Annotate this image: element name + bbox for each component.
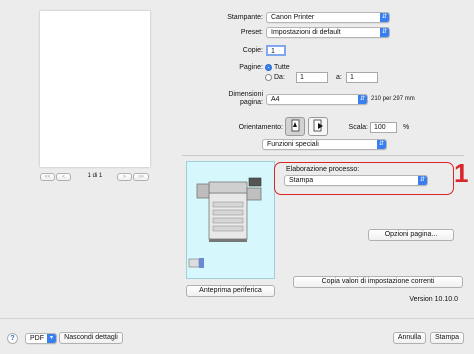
updown-arrow-icon: ⇵ — [358, 95, 367, 104]
printer-label: Stampante: — [227, 14, 263, 21]
nav-next-button[interactable]: > — [117, 173, 132, 181]
portrait-button[interactable] — [285, 117, 305, 136]
scale-unit: % — [403, 124, 410, 131]
scale-label: Scala: — [348, 124, 368, 131]
process-label: Elaborazione processo: — [286, 166, 360, 173]
page-preview — [40, 11, 150, 167]
preset-label: Preset: — [240, 29, 263, 36]
pdf-menu-button[interactable]: PDF ▾ — [25, 333, 57, 344]
nav-first-button[interactable]: << — [40, 173, 55, 181]
pages-from-label: Da: — [274, 74, 285, 81]
device-preview-area — [186, 161, 275, 279]
help-icon: ? — [10, 335, 15, 342]
paper-size-popup[interactable]: A4 ⇵ — [266, 94, 368, 105]
print-button[interactable]: Stampa — [430, 332, 464, 344]
pages-all-radio[interactable] — [265, 64, 272, 71]
updown-arrow-icon: ⇵ — [418, 176, 427, 185]
bottom-divider — [0, 318, 474, 319]
pages-from-field[interactable]: 1 — [296, 72, 328, 83]
page-options-button[interactable]: Opzioni pagina... — [368, 229, 454, 241]
pages-to-label: a: — [336, 74, 342, 81]
orientation-label: Orientamento: — [238, 124, 283, 131]
landscape-button[interactable] — [308, 117, 328, 136]
paper-size-label-line1: Dimensioni — [228, 91, 263, 98]
updown-arrow-icon: ⇵ — [377, 140, 386, 149]
cancel-button[interactable]: Annulla — [393, 332, 426, 344]
paper-dimensions: 210 per 297 mm — [371, 96, 415, 102]
updown-arrow-icon: ⇵ — [380, 28, 389, 37]
process-popup[interactable]: Stampa ⇵ — [284, 175, 428, 186]
copy-settings-button[interactable]: Copia valori di impostazione correnti — [293, 276, 463, 288]
paper-size-label: Dimensioni pagina: — [200, 91, 263, 107]
preview-nav: << < 1 di 1 > >> — [40, 173, 150, 183]
page-indicator: 1 di 1 — [87, 173, 103, 179]
process-value: Stampa — [289, 177, 314, 184]
printer-device-icon — [188, 177, 262, 268]
pdf-label: PDF — [30, 335, 44, 342]
preset-popup[interactable]: Impostazioni di default ⇵ — [266, 27, 390, 38]
section-value: Funzioni speciali — [267, 141, 319, 148]
pages-range-radio[interactable] — [265, 74, 272, 81]
copies-field[interactable]: 1 — [266, 45, 286, 56]
updown-arrow-icon: ⇵ — [380, 13, 389, 22]
section-popup[interactable]: Funzioni speciali ⇵ — [262, 139, 387, 150]
nav-last-button[interactable]: >> — [133, 173, 149, 181]
help-button[interactable]: ? — [7, 333, 18, 344]
device-preview-button[interactable]: Anteprima periferica — [186, 285, 275, 297]
printer-popup[interactable]: Canon Printer ⇵ — [266, 12, 390, 23]
pages-label: Pagine: — [239, 64, 263, 71]
version-text: Version 10.10.0 — [409, 296, 458, 303]
paper-size-value: A4 — [271, 96, 280, 103]
preset-value: Impostazioni di default — [271, 29, 341, 36]
hide-details-button[interactable]: Nascondi dettagli — [59, 332, 123, 344]
printer-value: Canon Printer — [271, 14, 315, 21]
scale-field[interactable]: 100 — [370, 122, 397, 133]
pages-all-label: Tutte — [274, 64, 290, 71]
nav-prev-button[interactable]: < — [56, 173, 71, 181]
pages-to-field[interactable]: 1 — [346, 72, 378, 83]
paper-size-label-line2: pagina: — [240, 99, 263, 106]
copies-label: Copie: — [242, 47, 263, 54]
chevron-down-icon: ▾ — [47, 334, 56, 343]
landscape-orientation-icon — [313, 119, 323, 132]
callout-number: 1 — [454, 158, 469, 188]
portrait-orientation-icon — [291, 119, 300, 132]
